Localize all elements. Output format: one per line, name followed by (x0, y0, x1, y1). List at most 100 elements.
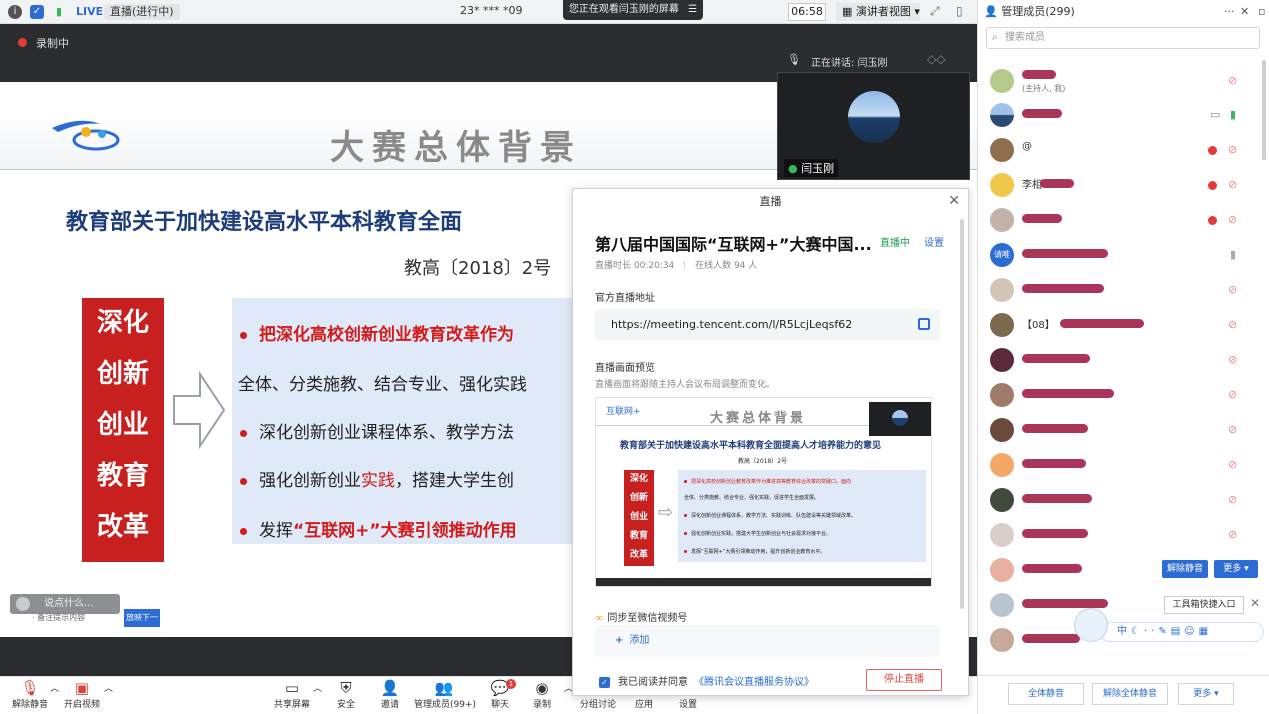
footer-more-button[interactable]: 更多 ▾ (1178, 683, 1234, 705)
share-label: 共享屏幕 (273, 700, 310, 710)
microphone-off-icon[interactable]: ⊘ (1228, 458, 1237, 471)
microphone-off-icon[interactable]: ⊘ (1228, 423, 1237, 436)
menu-icon[interactable]: ☰ (688, 4, 697, 15)
microphone-on-icon[interactable]: ▮ (1230, 108, 1236, 121)
member-row[interactable]: ⊘ (978, 203, 1258, 237)
sidebar-toggle-icon[interactable]: ▯ (956, 4, 963, 18)
comment-input[interactable]: 说点什么... (10, 594, 120, 614)
close-icon[interactable]: ✕ (1250, 596, 1260, 610)
members-icon: 👥 (434, 679, 454, 697)
chevron-up-icon[interactable]: ︿ (104, 681, 113, 694)
live-settings-link[interactable]: 设置 (924, 234, 944, 249)
smile-icon[interactable]: ☺ (1184, 626, 1198, 637)
meeting-id[interactable]: 23* *** *09 (460, 4, 523, 17)
member-row[interactable]: ⊘ (978, 518, 1258, 552)
preview-red-block: 深化 创新 创业 教育 改革 (624, 470, 654, 566)
close-icon[interactable]: ✕ (1240, 0, 1249, 24)
member-row[interactable]: ⊘ (978, 413, 1258, 447)
recording-dot-icon (1208, 146, 1217, 155)
member-row[interactable]: 解除静音 更多 ▾ (978, 553, 1258, 587)
redacted-name (1022, 284, 1104, 293)
live-dialog-header: 直播 (759, 195, 782, 208)
microphone-off-icon[interactable]: ⊘ (1228, 388, 1237, 401)
video-label: 开启视频 (63, 700, 100, 710)
member-row[interactable]: ⊘ (978, 448, 1258, 482)
microphone-off-icon[interactable]: ⊘ (1228, 213, 1237, 226)
member-row[interactable]: ⊘ (978, 483, 1258, 517)
dots-icon[interactable]: ·· (1144, 626, 1158, 637)
bullet-text: ，搭建大学生创 (395, 471, 514, 491)
layout-icon[interactable]: ◇◇ (927, 52, 945, 66)
agreement-checkbox[interactable]: ✓ (599, 676, 610, 688)
microphone-off-icon[interactable]: ⊘ (1228, 283, 1237, 296)
members-button[interactable]: 👥 管理成员(99+) (414, 677, 476, 711)
microphone-off-icon[interactable]: ⊘ (1228, 178, 1237, 191)
grid-icon[interactable]: ▦ (1199, 626, 1212, 637)
microphone-off-icon[interactable]: ⊘ (1228, 74, 1237, 87)
member-row[interactable]: ⊘ (978, 273, 1258, 307)
shield-icon[interactable]: ✓ (30, 5, 44, 19)
more-label: 更多 (1223, 564, 1242, 574)
microphone-off-icon[interactable]: ⊘ (1228, 353, 1237, 366)
toolbox-shortcut-label[interactable]: 工具箱快捷入口 (1164, 596, 1244, 614)
fullscreen-icon[interactable]: ⤢ (930, 4, 940, 19)
invite-button[interactable]: 👤 邀请 (360, 677, 420, 711)
bullet-dot-icon (240, 331, 247, 339)
red-block-line: 创业 (96, 410, 149, 440)
quick-toolbar[interactable]: 中☾··✎▤☺▦ (1100, 622, 1264, 642)
video-button[interactable]: ▣ 开启视频 (52, 677, 112, 711)
preview-bullet: 深化创新创业课程体系、教学方法、实践训练、队伍建设等关键领域改革。 (684, 512, 856, 519)
slide-red-block: 深化 创新 创业 教育 改革 (82, 298, 164, 562)
member-row[interactable]: (主持人, 我) ⊘ (978, 64, 1258, 98)
avatar (990, 348, 1014, 372)
member-row[interactable]: ⊘ (978, 343, 1258, 377)
microphone-off-icon[interactable]: ⊘ (1228, 143, 1237, 156)
slide-note: · 备注提示内容 (32, 613, 86, 622)
window-icon[interactable]: ▫ (1258, 0, 1265, 24)
speaker-video-tile[interactable]: ● 闫玉刚 (777, 72, 970, 180)
member-search-input[interactable]: ⌕ 搜索成员 (986, 27, 1260, 49)
moon-icon[interactable]: ☾ (1131, 626, 1144, 637)
info-icon[interactable]: i (8, 5, 22, 19)
live-url-field[interactable]: https://meeting.tencent.com/l/R5LcjLeqsf… (595, 309, 940, 341)
slide-title: 大赛总体背景 (330, 128, 582, 168)
unmute-all-button[interactable]: 解除全体静音 (1092, 683, 1168, 705)
redacted-name (1022, 424, 1088, 433)
microphone-off-icon[interactable]: ⊘ (1228, 528, 1237, 541)
mute-all-button[interactable]: 全体静音 (1008, 683, 1084, 705)
copy-icon[interactable] (918, 318, 930, 330)
close-icon[interactable]: ✕ (948, 193, 960, 209)
redacted-name (1022, 634, 1080, 643)
members-scrollbar[interactable] (1262, 60, 1266, 160)
live-status[interactable]: 直播(进行中) (104, 4, 180, 20)
preview-bullet-text: 发挥“互联网+”大赛引领推动作用，提升创新创业教育水平。 (691, 549, 826, 555)
more-icon[interactable]: ··· (1224, 0, 1235, 24)
member-row[interactable]: 【08】 ⊘ (978, 308, 1258, 342)
microphone-icon[interactable]: ▮ (1230, 248, 1236, 261)
member-row[interactable]: ▭ ▮ (978, 98, 1258, 132)
member-row[interactable]: 请唯 ▮ (978, 238, 1258, 272)
member-row[interactable]: @ ⊘ (978, 133, 1258, 167)
unmute-member-button[interactable]: 解除静音 (1162, 560, 1208, 578)
member-row[interactable]: 李相 ⊘ (978, 168, 1258, 202)
next-slide-button[interactable]: 放映下一 (124, 609, 160, 627)
clipboard-icon[interactable]: ▤ (1171, 626, 1184, 637)
keyboard-icon[interactable]: 中 (1117, 626, 1131, 637)
microphone-off-icon[interactable]: ⊘ (1228, 493, 1237, 506)
preview-bullet-text: 全体、分类施教、结合专业、强化实践，促进学生全面发展。 (684, 495, 820, 501)
view-mode-select[interactable]: ▦ 演讲者视图 ▾ (836, 3, 920, 21)
assistant-bot-icon[interactable] (1074, 608, 1108, 642)
record-button[interactable]: ◉ 录制 (512, 677, 572, 711)
sync-wechat-channels[interactable]: ∞ 同步至微信视频号 (595, 609, 687, 624)
slide-arrow-icon (173, 370, 226, 450)
live-dialog: 直播 ✕ 第八届中国国际“互联网+”大赛中国... 直播中 设置 直播时长 00… (572, 188, 969, 696)
agreement-link[interactable]: 《腾讯会议直播服务协议》 (694, 677, 814, 688)
microphone-off-icon[interactable]: ⊘ (1228, 318, 1237, 331)
member-more-button[interactable]: 更多 ▾ (1214, 560, 1258, 578)
dialog-scrollbar[interactable] (960, 219, 964, 609)
add-channel-button[interactable]: + 添加 (595, 625, 940, 657)
camera-off-icon: ▣ (74, 679, 90, 697)
member-row[interactable]: ⊘ (978, 378, 1258, 412)
wrench-icon[interactable]: ✎ (1158, 626, 1170, 637)
stop-live-button[interactable]: 停止直播 (866, 669, 942, 691)
